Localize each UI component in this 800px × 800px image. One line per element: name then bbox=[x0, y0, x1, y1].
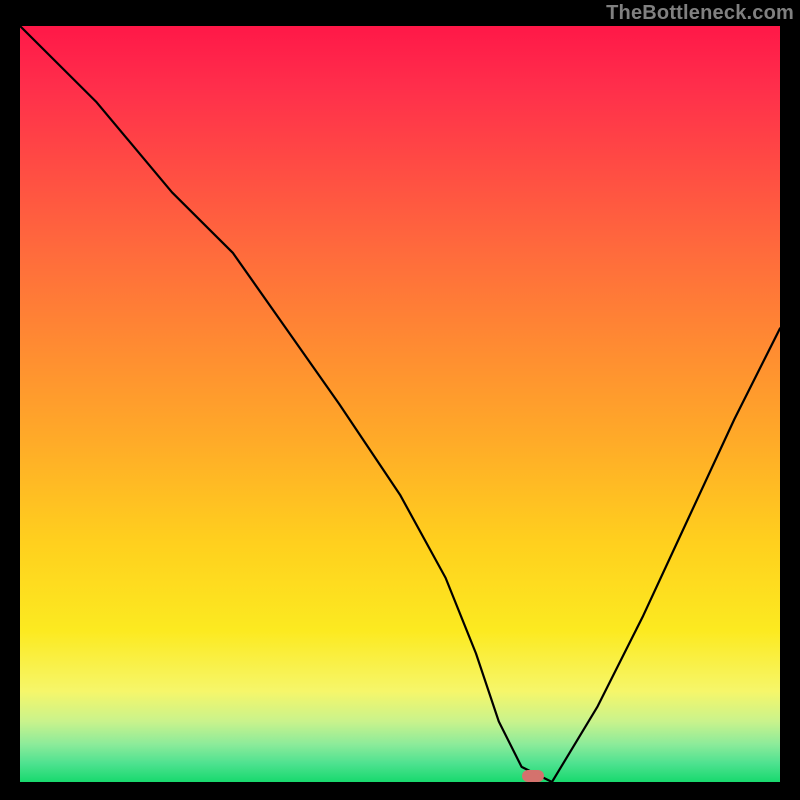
optimum-marker bbox=[522, 770, 544, 782]
bottleneck-curve bbox=[20, 26, 780, 782]
watermark-text: TheBottleneck.com bbox=[606, 2, 794, 25]
plot-area bbox=[20, 26, 780, 782]
chart-frame: TheBottleneck.com bbox=[0, 0, 800, 800]
